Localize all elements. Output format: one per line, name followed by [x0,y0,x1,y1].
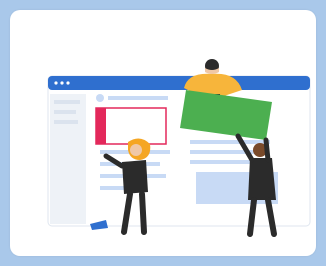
person-body [248,158,276,200]
person-arm [263,137,271,163]
illustration-card [10,10,316,256]
sidebar-line [54,120,78,124]
sidebar-line [54,110,76,114]
window-dot-icon [66,81,70,85]
highlight-card-accent [96,108,106,144]
person-leg [139,191,147,235]
content-line [108,96,168,100]
window-dot-icon [60,81,64,85]
website-collaboration-illustration [47,59,311,237]
person-body [122,160,148,194]
person-leg [247,197,257,237]
person-head [130,144,142,156]
browser-toolbar [48,76,310,90]
avatar [96,94,104,102]
window-dot-icon [54,81,58,85]
sidebar-line [54,100,80,104]
highlight-card [95,107,167,145]
page-background [0,0,326,266]
